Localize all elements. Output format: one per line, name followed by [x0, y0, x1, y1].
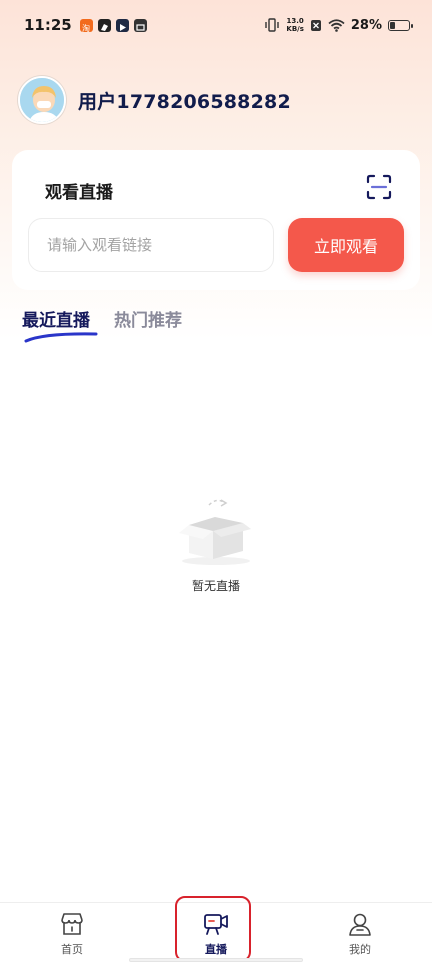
status-time: 11:25 [24, 16, 72, 34]
vibrate-icon [265, 18, 280, 32]
scan-icon [366, 174, 392, 200]
svg-text:淘: 淘 [82, 23, 90, 33]
app-notification-icon: 淘 [79, 18, 93, 33]
tab-hot-recommend[interactable]: 热门推荐 [114, 306, 182, 339]
tab-recent-live[interactable]: 最近直播 [22, 306, 98, 343]
watch-card-title: 观看直播 [45, 183, 113, 203]
bottom-navigation: 首页 直播 我的 [0, 902, 432, 964]
empty-box-icon [179, 499, 251, 565]
user-header: 用户1778206588282 [18, 76, 291, 124]
play-notification-icon [115, 18, 129, 32]
nav-label: 首页 [61, 943, 83, 956]
app-notification-icon [97, 18, 111, 32]
app-notification-icon [133, 18, 147, 32]
scan-button[interactable] [366, 174, 392, 200]
nav-home[interactable]: 首页 [0, 903, 144, 964]
wifi-icon [328, 18, 345, 32]
notification-icons: 淘 [79, 18, 147, 33]
active-tab-underline [24, 332, 98, 343]
tab-label: 热门推荐 [114, 311, 182, 331]
watch-link-input[interactable] [28, 218, 274, 272]
empty-state: 暂无直播 [0, 495, 432, 594]
tab-label: 最近直播 [22, 311, 90, 331]
nav-live[interactable]: 直播 [144, 903, 288, 964]
watch-live-card: 观看直播 立即观看 [12, 150, 420, 290]
battery-icon [388, 19, 413, 31]
home-indicator[interactable] [129, 958, 303, 962]
username: 用户1778206588282 [78, 90, 291, 113]
user-icon [349, 913, 371, 936]
watch-now-button[interactable]: 立即观看 [288, 218, 404, 272]
network-speed: 13.0 KB/s [286, 17, 304, 33]
battery-level-fill [390, 21, 396, 29]
avatar[interactable] [18, 76, 66, 124]
battery-percent: 28% [350, 17, 382, 33]
status-bar: 11:25 淘 13.0 KB/s 28% [0, 0, 432, 50]
sim-off-icon [310, 19, 321, 31]
nav-label: 我的 [349, 943, 371, 956]
nav-mine[interactable]: 我的 [288, 903, 432, 964]
video-camera-icon [204, 914, 228, 935]
nav-label: 直播 [205, 943, 227, 956]
live-tabs: 最近直播 热门推荐 [22, 306, 182, 343]
empty-state-text: 暂无直播 [191, 579, 240, 593]
avatar-illustration-icon [20, 78, 64, 122]
store-icon [61, 913, 83, 935]
